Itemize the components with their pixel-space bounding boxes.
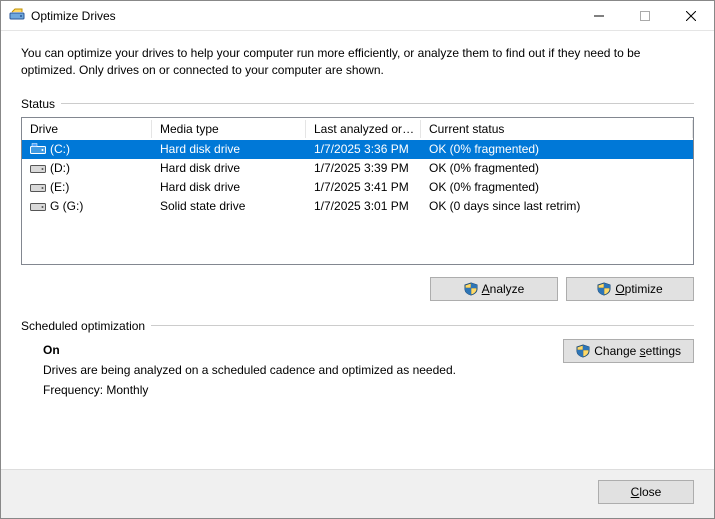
drive-icon <box>30 162 46 174</box>
schedule-row: On Drives are being analyzed on a schedu… <box>21 339 694 403</box>
change-settings-wrap: Change settings <box>563 339 694 363</box>
minimize-button[interactable] <box>576 1 622 30</box>
column-last-analyzed[interactable]: Last analyzed or o... <box>306 118 421 140</box>
divider <box>61 103 694 104</box>
drive-name: (D:) <box>50 161 70 175</box>
schedule-label-text: Scheduled optimization <box>21 319 145 333</box>
optimize-button[interactable]: Optimize <box>566 277 694 301</box>
analyze-button[interactable]: Analyze <box>430 277 558 301</box>
drive-name: (E:) <box>50 180 69 194</box>
footer: Close <box>1 469 714 518</box>
optimize-button-label: Optimize <box>615 282 662 296</box>
schedule-text: On Drives are being analyzed on a schedu… <box>21 339 563 403</box>
drive-row[interactable]: (E:)Hard disk drive1/7/2025 3:41 PMOK (0… <box>22 178 693 197</box>
drive-status: OK (0 days since last retrim) <box>421 195 693 217</box>
drive-row[interactable]: G (G:) Solid state drive1/7/2025 3:01 PMO… <box>22 197 693 216</box>
close-button[interactable]: Close <box>598 480 694 504</box>
column-current-status[interactable]: Current status <box>421 118 693 140</box>
drive-last-analyzed: 1/7/2025 3:01 PM <box>306 195 421 217</box>
column-media[interactable]: Media type <box>152 118 306 140</box>
shield-icon <box>597 282 611 296</box>
drive-icon <box>30 143 46 155</box>
shield-icon <box>576 344 590 358</box>
drives-listview[interactable]: Drive Media type Last analyzed or o... C… <box>21 117 694 265</box>
schedule-state: On <box>43 339 563 357</box>
action-buttons-row: Analyze Optimize <box>21 277 694 301</box>
drive-media: Solid state drive <box>152 195 306 217</box>
drive-icon <box>30 181 46 193</box>
window-title: Optimize Drives <box>31 9 576 23</box>
close-window-button[interactable] <box>668 1 714 30</box>
divider <box>151 325 694 326</box>
column-drive[interactable]: Drive <box>22 118 152 140</box>
app-icon <box>9 8 25 24</box>
change-settings-label: Change settings <box>594 344 681 358</box>
content-area: You can optimize your drives to help you… <box>1 31 714 469</box>
intro-text: You can optimize your drives to help you… <box>21 45 694 79</box>
drive-icon <box>30 200 46 212</box>
titlebar: Optimize Drives <box>1 1 714 31</box>
drives-rows: (C:)Hard disk drive1/7/2025 3:36 PMOK (0… <box>22 140 693 216</box>
analyze-button-label: Analyze <box>482 282 525 296</box>
schedule-description: Drives are being analyzed on a scheduled… <box>43 363 563 377</box>
schedule-section-label: Scheduled optimization <box>21 319 694 333</box>
drive-row[interactable]: (C:)Hard disk drive1/7/2025 3:36 PMOK (0… <box>22 140 693 159</box>
shield-icon <box>464 282 478 296</box>
drives-header[interactable]: Drive Media type Last analyzed or o... C… <box>22 118 693 140</box>
schedule-frequency: Frequency: Monthly <box>43 383 563 397</box>
optimize-drives-window: Optimize Drives You can optimize your dr… <box>0 0 715 519</box>
drive-row[interactable]: (D:)Hard disk drive1/7/2025 3:39 PMOK (0… <box>22 159 693 178</box>
drive-name: (C:) <box>50 142 70 156</box>
change-settings-button[interactable]: Change settings <box>563 339 694 363</box>
scheduled-optimization-section: Scheduled optimization On Drives are bei… <box>21 319 694 403</box>
window-controls <box>576 1 714 30</box>
maximize-button[interactable] <box>622 1 668 30</box>
close-button-label: Close <box>631 485 662 499</box>
status-section-label: Status <box>21 97 694 111</box>
status-label-text: Status <box>21 97 55 111</box>
drive-name: G (G:) <box>50 199 83 213</box>
